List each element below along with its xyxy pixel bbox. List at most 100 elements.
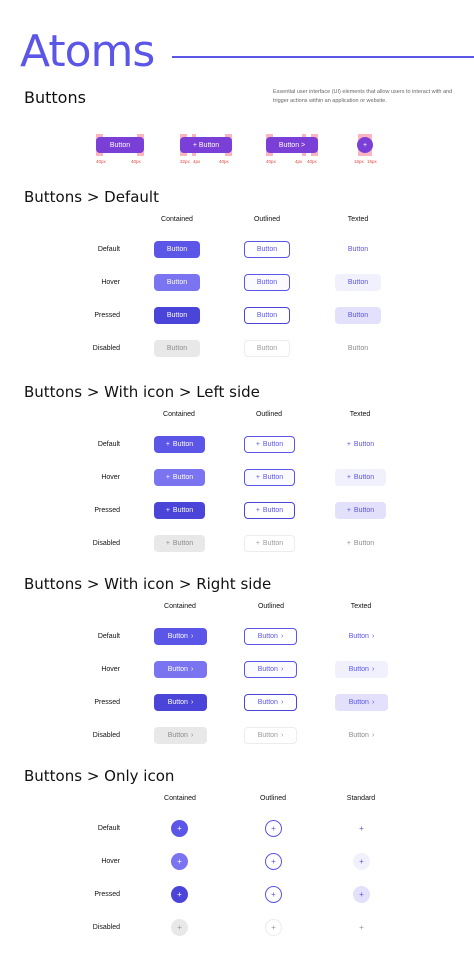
anatomy-button: +: [357, 137, 373, 153]
right-icon-outlined-hover[interactable]: Button ›: [244, 661, 297, 678]
button-label: Button: [172, 474, 194, 481]
section-left-icon-heading: Buttons > With icon > Left side: [24, 383, 260, 401]
right-icon-contained-default[interactable]: Button ›: [154, 628, 207, 645]
left-icon-outlined-disabled: + Button: [244, 535, 295, 552]
plus-icon: +: [165, 507, 170, 514]
button-label: Button: [167, 633, 188, 640]
left-icon-outlined-pressed[interactable]: + Button: [244, 502, 295, 519]
right-icon-texted-pressed[interactable]: Button ›: [335, 694, 388, 711]
button-label: Button: [172, 540, 194, 547]
intro-heading: Buttons: [24, 88, 86, 107]
texted-button-hover[interactable]: Button: [335, 274, 381, 291]
button-label: Button: [166, 312, 188, 319]
row-default: Default: [97, 633, 120, 640]
contained-button-pressed[interactable]: Button: [154, 307, 200, 324]
icon-button-standard-default[interactable]: +: [353, 820, 370, 837]
section-default-heading: Buttons > Default: [24, 188, 159, 206]
plus-icon: +: [359, 857, 364, 866]
button-label: Button: [256, 279, 278, 286]
left-icon-outlined-default[interactable]: + Button: [244, 436, 295, 453]
chevron-right-icon: ›: [371, 732, 375, 739]
chevron-right-icon: ›: [280, 633, 284, 640]
col-contained: Contained: [163, 411, 195, 418]
left-icon-outlined-hover[interactable]: + Button: [244, 469, 295, 486]
texted-button-pressed[interactable]: Button: [335, 307, 381, 324]
button-label: Button: [172, 507, 194, 514]
button-label: Button: [348, 732, 369, 739]
spacing-label: 40px: [131, 159, 141, 164]
plus-icon: +: [177, 857, 182, 866]
left-icon-texted-hover[interactable]: + Button: [335, 469, 386, 486]
anatomy-button: + Button: [180, 137, 232, 153]
col-texted: Texted: [347, 216, 369, 223]
button-label: Button: [348, 666, 369, 673]
plus-icon: +: [359, 923, 364, 932]
col-texted: Texted: [350, 603, 372, 610]
icon-button-contained-default[interactable]: +: [171, 820, 188, 837]
icon-button-contained-pressed[interactable]: +: [171, 886, 188, 903]
outlined-button-hover[interactable]: Button: [244, 274, 290, 291]
right-icon-contained-disabled: Button ›: [154, 727, 207, 744]
right-icon-outlined-default[interactable]: Button ›: [244, 628, 297, 645]
plus-icon: +: [177, 923, 182, 932]
chevron-right-icon: ›: [190, 633, 194, 640]
row-pressed: Pressed: [94, 312, 120, 319]
button-label: Button: [347, 345, 369, 352]
row-default: Default: [97, 825, 120, 832]
button-label: Button: [167, 699, 188, 706]
left-icon-texted-pressed[interactable]: + Button: [335, 502, 386, 519]
right-icon-texted-hover[interactable]: Button ›: [335, 661, 388, 678]
texted-button-default[interactable]: Button: [335, 241, 381, 258]
plus-icon: +: [177, 824, 182, 833]
icon-button-contained-hover[interactable]: +: [171, 853, 188, 870]
right-icon-texted-default[interactable]: Button ›: [335, 628, 388, 645]
outlined-button-default[interactable]: Button: [244, 241, 290, 258]
outlined-button-disabled: Button: [244, 340, 290, 357]
row-hover: Hover: [101, 279, 120, 286]
plus-icon: +: [359, 824, 364, 833]
icon-button-outlined-hover[interactable]: +: [265, 853, 282, 870]
spacing-label: 32px: [180, 159, 190, 164]
icon-button-contained-disabled: +: [171, 919, 188, 936]
row-default: Default: [97, 246, 120, 253]
section-only-icon-heading: Buttons > Only icon: [24, 767, 175, 785]
chevron-right-icon: ›: [371, 666, 375, 673]
anatomy-button: Button: [96, 137, 144, 153]
button-label: Button: [256, 246, 278, 253]
chevron-right-icon: ›: [190, 666, 194, 673]
left-icon-texted-default[interactable]: + Button: [335, 436, 386, 453]
col-contained: Contained: [164, 795, 196, 802]
spacing-label: 40px: [307, 159, 317, 164]
button-label: Button: [262, 474, 284, 481]
icon-button-standard-hover[interactable]: +: [353, 853, 370, 870]
row-default: Default: [97, 441, 120, 448]
left-icon-contained-hover[interactable]: + Button: [154, 469, 205, 486]
left-icon-contained-pressed[interactable]: + Button: [154, 502, 205, 519]
row-pressed: Pressed: [94, 699, 120, 706]
chevron-right-icon: ›: [280, 699, 284, 706]
chevron-right-icon: ›: [280, 666, 284, 673]
page-title: Atoms: [20, 26, 155, 77]
outlined-button-pressed[interactable]: Button: [244, 307, 290, 324]
right-icon-contained-hover[interactable]: Button ›: [154, 661, 207, 678]
col-standard: Standard: [346, 795, 376, 802]
contained-button-default[interactable]: Button: [154, 241, 200, 258]
contained-button-hover[interactable]: Button: [154, 274, 200, 291]
button-label: Button: [256, 312, 278, 319]
row-hover: Hover: [101, 858, 120, 865]
left-icon-contained-default[interactable]: + Button: [154, 436, 205, 453]
button-label: Button: [166, 279, 188, 286]
right-icon-outlined-pressed[interactable]: Button ›: [244, 694, 297, 711]
title-divider: [172, 56, 474, 58]
right-icon-texted-disabled: Button ›: [335, 727, 388, 744]
row-hover: Hover: [101, 666, 120, 673]
icon-button-outlined-default[interactable]: +: [265, 820, 282, 837]
icon-button-outlined-pressed[interactable]: +: [265, 886, 282, 903]
button-label: Button: [347, 246, 369, 253]
plus-icon: +: [255, 474, 260, 481]
plus-icon: +: [346, 540, 351, 547]
col-texted: Texted: [349, 411, 371, 418]
right-icon-contained-pressed[interactable]: Button ›: [154, 694, 207, 711]
button-label: Button: [262, 441, 284, 448]
icon-button-standard-pressed[interactable]: +: [353, 886, 370, 903]
